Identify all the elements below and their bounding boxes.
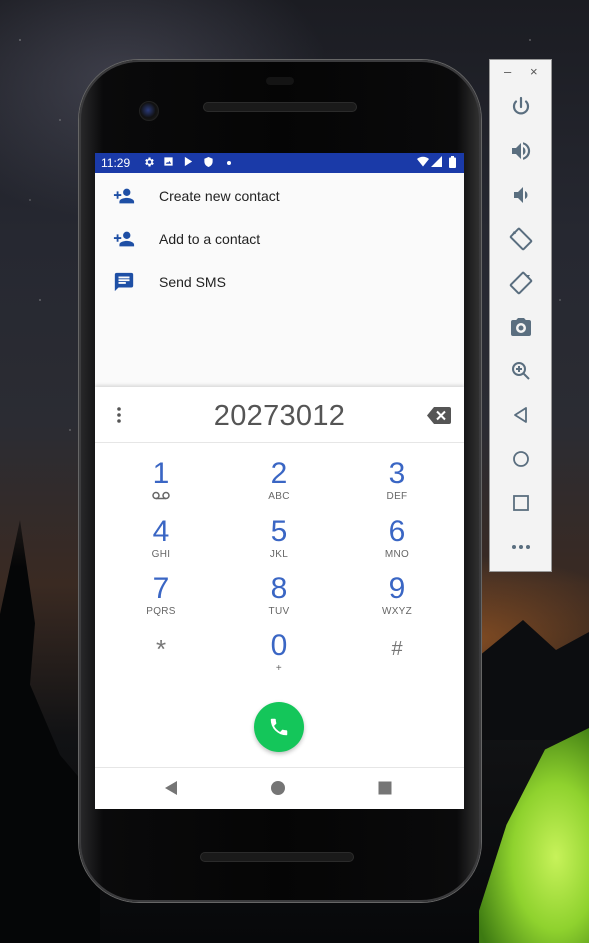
suggestion-label: Send SMS xyxy=(159,274,226,290)
signal-icon xyxy=(431,156,442,171)
add-to-contact-item[interactable]: Add to a contact xyxy=(95,219,464,259)
key-digit: 5 xyxy=(270,515,288,548)
minimize-button[interactable]: – xyxy=(504,65,511,79)
power-icon[interactable] xyxy=(509,95,533,119)
add-person-icon xyxy=(113,228,135,250)
key-letters: TUV xyxy=(268,606,290,617)
key-letters: WXYZ xyxy=(381,606,413,617)
emulator-toolbar: – × xyxy=(489,59,552,572)
suggestion-label: Create new contact xyxy=(159,188,280,204)
dialpad-key-0[interactable]: 0 + xyxy=(229,630,329,682)
overview-icon[interactable] xyxy=(509,491,533,515)
volume-down-icon[interactable] xyxy=(509,183,533,207)
more-icon[interactable] xyxy=(509,535,533,559)
dialpad-key-star[interactable]: * xyxy=(111,633,211,685)
dialpad: 20273012 1 2 ABC 3 DEF 4 GHI 5 JKL 6 MNO… xyxy=(95,387,464,767)
key-digit: 6 xyxy=(388,515,406,548)
suggestion-label: Add to a contact xyxy=(159,231,261,247)
key-digit: 1 xyxy=(152,457,170,490)
bottom-speaker xyxy=(200,852,354,862)
message-icon xyxy=(113,271,135,293)
phone-screen: 11:29 Create new contact Add to a contac… xyxy=(95,153,464,809)
phone-sensor xyxy=(266,77,294,85)
rotate-left-icon[interactable] xyxy=(509,227,533,251)
image-icon xyxy=(163,156,174,171)
key-letters: GHI xyxy=(151,549,171,560)
key-letters: JKL xyxy=(269,549,289,560)
key-digit: # xyxy=(391,638,403,660)
key-digit: * xyxy=(155,634,167,664)
dialpad-key-4[interactable]: 4 GHI xyxy=(111,516,211,568)
dialpad-key-hash[interactable]: # xyxy=(347,633,447,685)
gear-icon xyxy=(143,156,155,172)
key-digit: 2 xyxy=(270,457,288,490)
dialpad-key-1[interactable]: 1 xyxy=(111,458,211,510)
dialpad-key-3[interactable]: 3 DEF xyxy=(347,458,447,510)
key-digit: 4 xyxy=(152,515,170,548)
overview-icon[interactable] xyxy=(377,780,395,798)
home-icon[interactable] xyxy=(509,447,533,471)
key-digit: 0 xyxy=(270,629,288,662)
status-time: 11:29 xyxy=(101,156,131,170)
dialpad-key-8[interactable]: 8 TUV xyxy=(229,573,329,625)
dialpad-key-7[interactable]: 7 PQRS xyxy=(111,573,211,625)
status-bar: 11:29 xyxy=(95,153,464,173)
dialpad-key-2[interactable]: 2 ABC xyxy=(229,458,329,510)
play-store-icon xyxy=(183,156,194,171)
earpiece-speaker xyxy=(203,102,357,112)
key-digit: 8 xyxy=(270,572,288,605)
dialed-number[interactable]: 20273012 xyxy=(95,400,464,433)
dialpad-key-6[interactable]: 6 MNO xyxy=(347,516,447,568)
navigation-bar xyxy=(95,767,464,809)
create-new-contact-item[interactable]: Create new contact xyxy=(95,176,464,216)
home-icon[interactable] xyxy=(270,780,288,798)
zoom-icon[interactable] xyxy=(509,359,533,383)
battery-icon xyxy=(449,156,456,172)
back-icon[interactable] xyxy=(509,403,533,427)
key-letters: MNO xyxy=(384,549,410,560)
back-icon[interactable] xyxy=(163,780,181,798)
close-button[interactable]: × xyxy=(530,65,538,79)
key-letters: + xyxy=(275,663,283,674)
dialpad-key-5[interactable]: 5 JKL xyxy=(229,516,329,568)
key-digit: 3 xyxy=(388,457,406,490)
dialpad-key-9[interactable]: 9 WXYZ xyxy=(347,573,447,625)
volume-up-icon[interactable] xyxy=(509,139,533,163)
wifi-icon xyxy=(417,156,429,171)
key-letters: ABC xyxy=(268,491,290,502)
backspace-icon[interactable] xyxy=(427,407,451,424)
digits-row: 20273012 xyxy=(95,387,464,443)
camera-icon[interactable] xyxy=(509,315,533,339)
key-letters: DEF xyxy=(386,491,408,502)
key-digit: 9 xyxy=(388,572,406,605)
key-letters: PQRS xyxy=(146,606,176,617)
call-button[interactable] xyxy=(254,702,304,752)
voicemail-icon xyxy=(111,491,211,503)
send-sms-item[interactable]: Send SMS xyxy=(95,262,464,302)
suggestion-list: Create new contact Add to a contact Send… xyxy=(95,173,464,387)
dot-icon xyxy=(226,156,232,172)
add-person-icon xyxy=(113,185,135,207)
rotate-right-icon[interactable] xyxy=(509,271,533,295)
front-camera xyxy=(139,101,159,121)
shield-icon xyxy=(203,156,214,172)
phone-icon xyxy=(270,718,288,736)
key-digit: 7 xyxy=(152,572,170,605)
